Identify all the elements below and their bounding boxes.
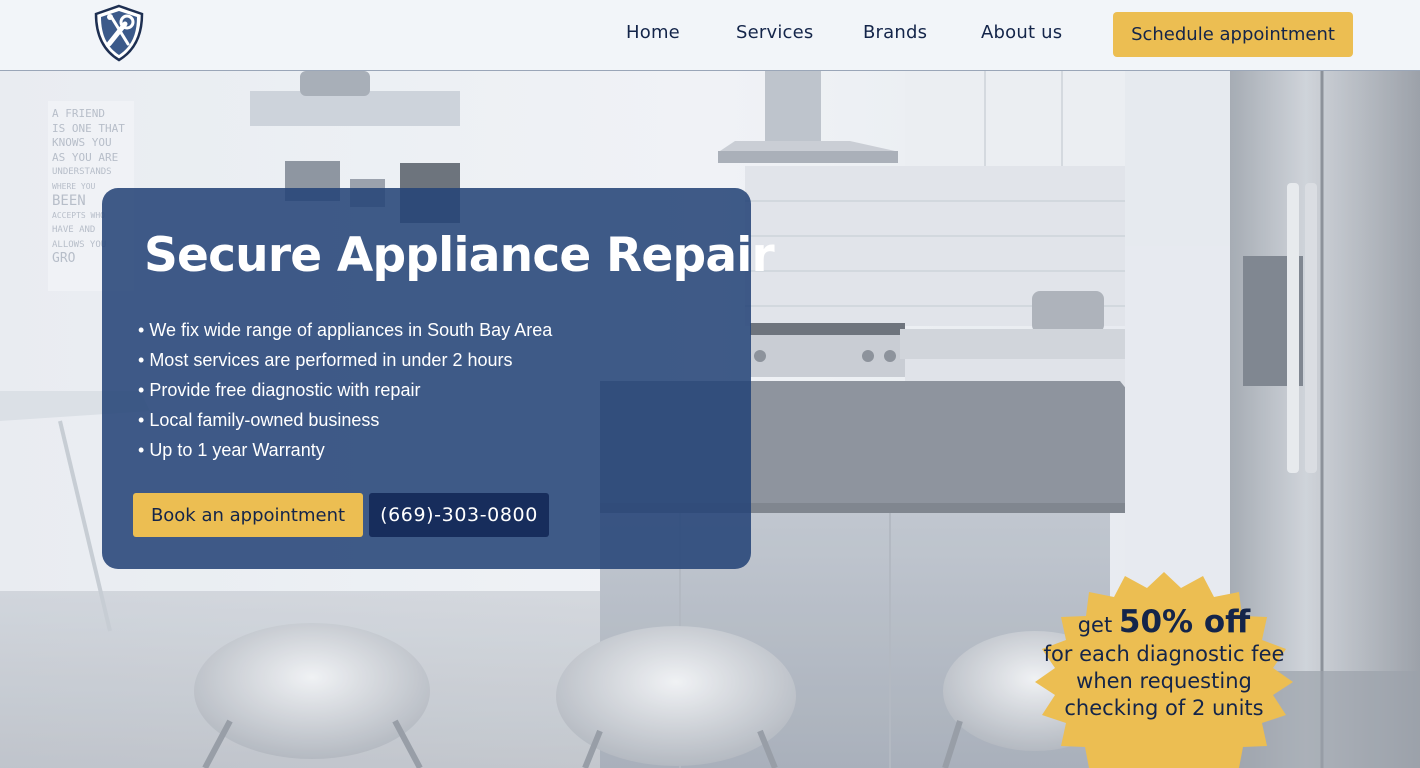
promo-get: get bbox=[1077, 613, 1113, 637]
feature-item: Up to 1 year Warranty bbox=[138, 435, 552, 465]
hero-title: Secure Appliance Repair bbox=[144, 228, 775, 283]
nav-about-us-link[interactable]: About us bbox=[981, 22, 1062, 43]
feature-item: Most services are performed in under 2 h… bbox=[138, 345, 552, 375]
nav-services-link[interactable]: Services bbox=[736, 22, 814, 43]
nav-home-link[interactable]: Home bbox=[626, 22, 680, 43]
hero-info-card: Secure Appliance Repair We fix wide rang… bbox=[102, 188, 775, 569]
book-appointment-button[interactable]: Book an appointment bbox=[133, 493, 363, 537]
promo-badge: get 50% off for each diagnostic fee when… bbox=[1018, 570, 1310, 768]
shield-wrench-logo-icon[interactable] bbox=[92, 4, 146, 62]
feature-item: Local family-owned business bbox=[138, 405, 552, 435]
promo-discount: 50% off bbox=[1118, 604, 1251, 640]
schedule-appointment-button[interactable]: Schedule appointment bbox=[1113, 12, 1353, 57]
promo-line: when requesting bbox=[1076, 669, 1252, 693]
site-header: Home Services Brands About us Schedule a… bbox=[0, 0, 1420, 71]
feature-item: We fix wide range of appliances in South… bbox=[138, 315, 552, 345]
promo-line: for each diagnostic fee bbox=[1043, 642, 1285, 666]
promo-text: get 50% off for each diagnostic fee when… bbox=[1018, 606, 1310, 722]
features-list: We fix wide range of appliances in South… bbox=[138, 315, 552, 465]
nav-brands-link[interactable]: Brands bbox=[863, 22, 927, 43]
promo-line: checking of 2 units bbox=[1064, 696, 1264, 720]
feature-item: Provide free diagnostic with repair bbox=[138, 375, 552, 405]
phone-number-button[interactable]: (669)-303-0800 bbox=[369, 493, 549, 537]
